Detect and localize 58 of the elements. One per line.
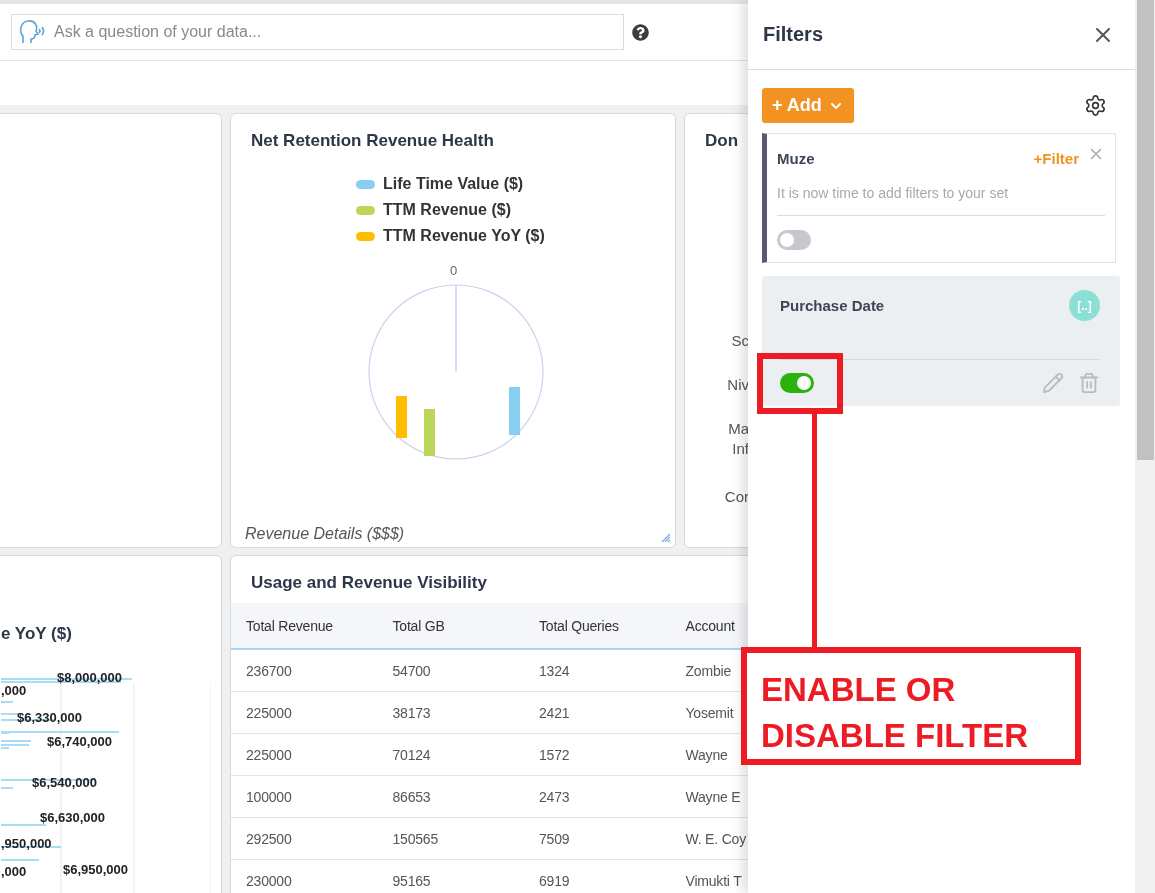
help-icon[interactable] bbox=[632, 23, 649, 41]
column-header[interactable]: Total GB bbox=[377, 603, 524, 649]
table-cell: 1572 bbox=[524, 733, 671, 776]
settings-icon[interactable] bbox=[1084, 94, 1107, 117]
table-cell: 86653 bbox=[377, 775, 524, 818]
table-cell: 2473 bbox=[524, 775, 671, 818]
table-cell: 225000 bbox=[231, 733, 378, 776]
resize-handle-icon[interactable] bbox=[661, 533, 670, 542]
annotation-label: ENABLE OR DISABLE FILTER bbox=[741, 647, 1081, 765]
edit-icon[interactable] bbox=[1042, 372, 1064, 394]
data-label: ,950,000 bbox=[1, 836, 52, 851]
range-badge: [..] bbox=[1069, 290, 1100, 321]
data-label: $6,330,000 bbox=[17, 710, 83, 725]
table-cell: 95165 bbox=[377, 859, 524, 893]
table-card: Usage and Revenue Visibility Total Revenue Total GB Total Queries Account 236700 54700 1324 Zombie 225000 38173 2421 Yosemit 225000 70124 1572 Wayne 100000 86653 2473 Wayne E 292500 150565 7509 W. E. Coy 230000 95165 6919 Vimukti T bbox=[230, 555, 748, 893]
data-label: ,000 bbox=[1, 683, 27, 698]
chart-card: e YoY ($) $8,000,000 ,000 $6,330,000 $6,740,000 $6,540,000 $6,630,000 ,950,000 ,000 $6,950,000 bbox=[0, 555, 222, 893]
table-cell: 38173 bbox=[377, 691, 524, 734]
toggle-switch[interactable] bbox=[780, 373, 814, 393]
column-header[interactable]: Account bbox=[670, 603, 748, 649]
delete-icon[interactable] bbox=[1078, 372, 1100, 394]
table-cell: 1324 bbox=[524, 649, 671, 692]
table-cell: 225000 bbox=[231, 691, 378, 734]
data-label: $6,740,000 bbox=[47, 734, 113, 749]
chart-caption: Revenue Details ($$$) bbox=[245, 525, 405, 544]
table-cell: 236700 bbox=[231, 649, 378, 692]
table-cell: 150565 bbox=[377, 817, 524, 860]
data-label: $6,630,000 bbox=[40, 810, 106, 825]
legend-label: TTM Revenue ($) bbox=[383, 201, 511, 219]
column-header[interactable]: Total Queries bbox=[524, 603, 671, 649]
table-cell: 2421 bbox=[524, 691, 671, 734]
table-cell: 292500 bbox=[231, 817, 378, 860]
table-cell: 100000 bbox=[231, 775, 378, 818]
data-label: ,000 bbox=[1, 864, 27, 879]
table-cell: 6919 bbox=[524, 859, 671, 893]
panel-title: Filters bbox=[763, 23, 824, 46]
search-input[interactable]: Ask a question of your data... bbox=[52, 22, 623, 42]
axis-label: Sc bbox=[731, 331, 748, 351]
data-label: $8,000,000 bbox=[57, 670, 123, 685]
chart-card: Net Retention Revenue Health Life Time Value ($) TTM Revenue ($) TTM Revenue YoY ($) 0 Revenue Details ($$$) bbox=[230, 113, 676, 548]
scrollbar[interactable] bbox=[1135, 0, 1155, 893]
search-field[interactable]: Ask a question of your data... bbox=[11, 14, 624, 50]
table-cell: 70124 bbox=[377, 733, 524, 776]
column-header[interactable]: Total Revenue bbox=[231, 603, 378, 649]
toggle-switch[interactable] bbox=[777, 230, 811, 250]
table-cell: 7509 bbox=[524, 817, 671, 860]
legend-label: TTM Revenue YoY ($) bbox=[383, 227, 545, 245]
filter-name: Purchase Date bbox=[780, 297, 885, 314]
set-name: Muze bbox=[777, 150, 815, 167]
axis-label: Cor bbox=[724, 487, 748, 507]
legend-label: Life Time Value ($) bbox=[383, 175, 524, 193]
axis-label: 0 bbox=[450, 263, 459, 278]
table-cell: 230000 bbox=[231, 859, 378, 893]
hint-text: It is now time to add filters to your set bbox=[777, 185, 1105, 216]
data-label: $6,540,000 bbox=[32, 775, 98, 790]
data-label: $6,950,000 bbox=[63, 862, 129, 877]
speaking-head-icon bbox=[18, 19, 46, 45]
table-cell: 54700 bbox=[377, 649, 524, 692]
